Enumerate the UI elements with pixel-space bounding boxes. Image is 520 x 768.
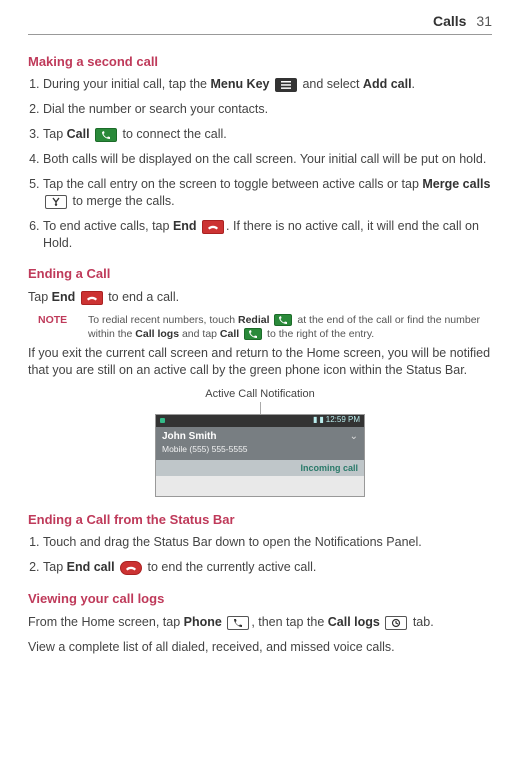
caller-name: John Smith <box>162 430 358 444</box>
heading-ending-from-status-bar: Ending a Call from the Status Bar <box>28 511 492 529</box>
figure-caption: Active Call Notification <box>155 387 365 402</box>
incoming-call-label: Incoming call <box>156 460 364 476</box>
status-time: 12:59 PM <box>326 415 360 426</box>
note-block: NOTE To redial recent numbers, touch Red… <box>38 314 492 341</box>
step-3: Tap Call to connect the call. <box>43 126 492 143</box>
status-step-1: Touch and drag the Status Bar down to op… <box>43 534 492 551</box>
phone-app-icon <box>227 616 249 630</box>
page-header: Calls 31 <box>28 12 492 35</box>
heading-making-second-call: Making a second call <box>28 53 492 71</box>
ending-call-paragraph: Tap End to end a call. <box>28 289 492 306</box>
phone-frame: ▮ ▮ 12:59 PM ⌄ John Smith Mobile (555) 5… <box>155 414 365 497</box>
chevron-down-icon: ⌄ <box>350 430 358 444</box>
end-call-icon <box>202 220 224 234</box>
merge-calls-icon <box>45 195 67 209</box>
note-label: NOTE <box>38 314 76 341</box>
caller-number: Mobile (555) 555-5555 <box>162 444 248 454</box>
call-logs-tab-icon <box>385 616 407 630</box>
battery-icon: ▮ <box>319 415 323 426</box>
end-call-round-icon <box>120 561 142 575</box>
viewing-after-paragraph: View a complete list of all dialed, rece… <box>28 639 492 656</box>
active-call-indicator-icon <box>160 418 165 423</box>
redial-call-icon <box>274 314 292 326</box>
status-step-2: Tap End call to end the currently active… <box>43 559 492 576</box>
section-title: Calls <box>433 12 466 31</box>
steps-making-second-call: During your initial call, tap the Menu K… <box>28 76 492 251</box>
menu-key-icon <box>275 78 297 92</box>
step-5: Tap the call entry on the screen to togg… <box>43 176 492 210</box>
call-icon <box>95 128 117 142</box>
step-1: During your initial call, tap the Menu K… <box>43 76 492 93</box>
phone-figure: Active Call Notification ▮ ▮ 12:59 PM ⌄ … <box>155 387 365 497</box>
ending-after-paragraph: If you exit the current call screen and … <box>28 345 492 379</box>
end-call-icon <box>81 291 103 305</box>
page-number: 31 <box>476 12 492 31</box>
step-6: To end active calls, tap End . If there … <box>43 218 492 252</box>
steps-ending-status-bar: Touch and drag the Status Bar down to op… <box>28 534 492 576</box>
caller-row: ⌄ John Smith Mobile (555) 555-5555 <box>156 427 364 460</box>
signal-icon: ▮ <box>313 415 317 426</box>
note-body: To redial recent numbers, touch Redial a… <box>88 314 492 341</box>
phone-status-bar: ▮ ▮ 12:59 PM <box>156 415 364 427</box>
heading-ending-call: Ending a Call <box>28 265 492 283</box>
call-icon <box>244 328 262 340</box>
heading-viewing-call-logs: Viewing your call logs <box>28 590 492 608</box>
step-4: Both calls will be displayed on the call… <box>43 151 492 168</box>
step-2: Dial the number or search your contacts. <box>43 101 492 118</box>
viewing-paragraph: From the Home screen, tap Phone , then t… <box>28 614 492 631</box>
